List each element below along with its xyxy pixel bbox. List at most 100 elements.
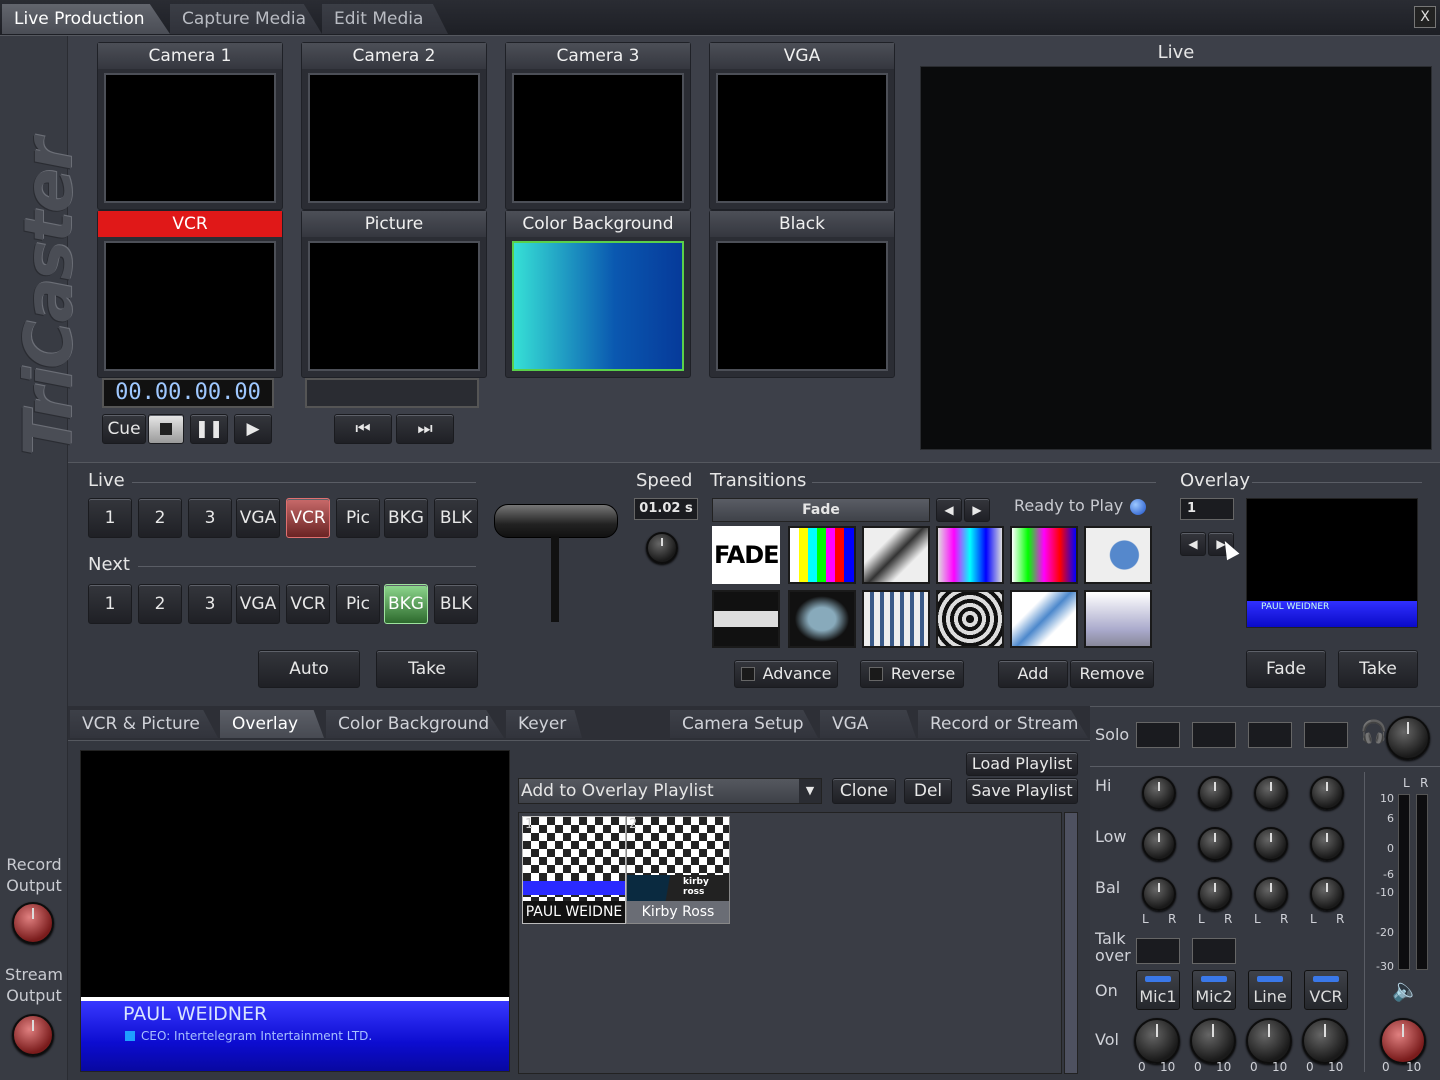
prev-picture-button[interactable]: ⏮ xyxy=(334,414,392,444)
talkover-button-mic2[interactable] xyxy=(1192,938,1236,964)
vol-knob-mic1[interactable] xyxy=(1134,1018,1180,1064)
low-knob-mic1[interactable] xyxy=(1142,827,1176,861)
vol-knob-mic2[interactable] xyxy=(1190,1018,1236,1064)
transition-thumb-blinds[interactable] xyxy=(862,590,930,648)
transition-thumb-rings[interactable] xyxy=(936,590,1004,648)
play-button[interactable]: ▶ xyxy=(234,414,272,444)
transition-thumb-zoom[interactable] xyxy=(712,590,780,648)
tab-edit-media[interactable]: Edit Media xyxy=(322,4,448,34)
playlist-item[interactable]: 2 kirby ross Kirby Ross xyxy=(626,816,730,924)
next-btn-blk[interactable]: BLK xyxy=(434,584,478,624)
low-knob-vcr[interactable] xyxy=(1310,827,1344,861)
overlay-fade-button[interactable]: Fade xyxy=(1246,650,1326,688)
bal-knob-line[interactable] xyxy=(1254,877,1288,911)
speed-knob[interactable] xyxy=(646,532,678,564)
source-camera-3[interactable]: Camera 3 xyxy=(505,42,691,210)
transition-thumb-bars[interactable] xyxy=(788,526,856,584)
next-btn-1[interactable]: 1 xyxy=(88,584,132,624)
tab-capture-media[interactable]: Capture Media xyxy=(170,4,322,34)
live-btn-blk[interactable]: BLK xyxy=(434,498,478,538)
auto-button[interactable]: Auto xyxy=(258,650,360,688)
remove-transition-button[interactable]: Remove xyxy=(1070,660,1154,688)
live-btn-3[interactable]: 3 xyxy=(188,498,232,538)
transition-next-button[interactable]: ▶ xyxy=(964,498,990,522)
bal-knob-vcr[interactable] xyxy=(1310,877,1344,911)
tab-live-production[interactable]: Live Production xyxy=(2,4,170,34)
tab-vga[interactable]: VGA xyxy=(820,710,916,738)
next-btn-2[interactable]: 2 xyxy=(138,584,182,624)
live-btn-bkg[interactable]: BKG xyxy=(384,498,428,538)
solo-button-vcr[interactable] xyxy=(1304,722,1348,748)
transition-thumb-fly[interactable] xyxy=(1010,590,1078,648)
vol-knob-vcr[interactable] xyxy=(1302,1018,1348,1064)
take-button[interactable]: Take xyxy=(376,650,478,688)
bal-knob-mic2[interactable] xyxy=(1198,877,1232,911)
low-knob-line[interactable] xyxy=(1254,827,1288,861)
solo-button-mic2[interactable] xyxy=(1192,722,1236,748)
solo-button-mic1[interactable] xyxy=(1136,722,1180,748)
tab-keyer[interactable]: Keyer xyxy=(506,710,582,738)
source-vcr[interactable]: VCR xyxy=(97,210,283,378)
transition-thumb-push[interactable] xyxy=(1010,526,1078,584)
tab-color-background[interactable]: Color Background xyxy=(326,710,504,738)
reverse-checkbox[interactable]: Reverse xyxy=(860,660,964,688)
transition-name-field[interactable]: Fade xyxy=(712,498,930,522)
transition-thumb-strips[interactable] xyxy=(936,526,1004,584)
next-btn-vcr[interactable]: VCR xyxy=(286,584,330,624)
live-btn-2[interactable]: 2 xyxy=(138,498,182,538)
advance-checkbox[interactable]: Advance xyxy=(734,660,838,688)
source-vga[interactable]: VGA xyxy=(709,42,895,210)
overlay-take-button[interactable]: Take xyxy=(1338,650,1418,688)
hi-knob-vcr[interactable] xyxy=(1310,776,1344,810)
pause-button[interactable]: ❚❚ xyxy=(190,414,228,444)
source-camera-1[interactable]: Camera 1 xyxy=(97,42,283,210)
master-volume-knob[interactable] xyxy=(1380,1018,1426,1064)
delete-button[interactable]: Del xyxy=(904,778,952,804)
on-button-mic1[interactable]: Mic1 xyxy=(1136,970,1180,1010)
live-btn-vcr[interactable]: VCR xyxy=(286,498,330,538)
t-bar-handle[interactable] xyxy=(494,504,618,538)
clone-button[interactable]: Clone xyxy=(832,778,896,804)
source-picture[interactable]: Picture xyxy=(301,210,487,378)
on-button-line[interactable]: Line xyxy=(1248,970,1292,1010)
stop-button[interactable] xyxy=(148,414,184,444)
hi-knob-line[interactable] xyxy=(1254,776,1288,810)
overlay-number-field[interactable]: 1 xyxy=(1180,498,1234,520)
source-black[interactable]: Black xyxy=(709,210,895,378)
playlist-scrollbar[interactable] xyxy=(1064,812,1078,1074)
next-btn-bkg[interactable]: BKG xyxy=(384,584,428,624)
solo-button-line[interactable] xyxy=(1248,722,1292,748)
transition-prev-button[interactable]: ◀ xyxy=(936,498,962,522)
talkover-button-mic1[interactable] xyxy=(1136,938,1180,964)
add-transition-button[interactable]: Add xyxy=(998,660,1068,688)
bal-knob-mic1[interactable] xyxy=(1142,877,1176,911)
next-btn-pic[interactable]: Pic xyxy=(336,584,380,624)
cue-button[interactable]: Cue xyxy=(102,414,146,444)
on-button-mic2[interactable]: Mic2 xyxy=(1192,970,1236,1010)
playlist-item[interactable]: 1 PAUL WEIDNE xyxy=(522,816,626,924)
overlay-prev-button[interactable]: ◀ xyxy=(1180,532,1206,556)
transition-thumb-fade[interactable]: FADE xyxy=(712,526,780,584)
transition-thumb-spin[interactable] xyxy=(788,590,856,648)
next-btn-3[interactable]: 3 xyxy=(188,584,232,624)
source-camera-2[interactable]: Camera 2 xyxy=(301,42,487,210)
tab-overlay[interactable]: Overlay xyxy=(220,710,324,738)
record-output-knob[interactable] xyxy=(12,902,54,944)
vol-knob-line[interactable] xyxy=(1246,1018,1292,1064)
stream-output-knob[interactable] xyxy=(12,1014,54,1056)
speed-value[interactable]: 01.02 s xyxy=(634,498,698,520)
load-playlist-button[interactable]: Load Playlist xyxy=(966,752,1078,776)
hi-knob-mic1[interactable] xyxy=(1142,776,1176,810)
transition-thumb-wipe[interactable] xyxy=(862,526,930,584)
next-btn-vga[interactable]: VGA xyxy=(236,584,280,624)
source-color-background[interactable]: Color Background xyxy=(505,210,691,378)
next-picture-button[interactable]: ⏭ xyxy=(396,414,454,444)
on-button-vcr[interactable]: VCR xyxy=(1304,970,1348,1010)
tab-camera-setup[interactable]: Camera Setup xyxy=(670,710,818,738)
tab-vcr-picture[interactable]: VCR & Picture xyxy=(70,710,218,738)
live-btn-vga[interactable]: VGA xyxy=(236,498,280,538)
hi-knob-mic2[interactable] xyxy=(1198,776,1232,810)
close-button[interactable]: X xyxy=(1414,6,1436,28)
low-knob-mic2[interactable] xyxy=(1198,827,1232,861)
transition-thumb-page[interactable] xyxy=(1084,590,1152,648)
